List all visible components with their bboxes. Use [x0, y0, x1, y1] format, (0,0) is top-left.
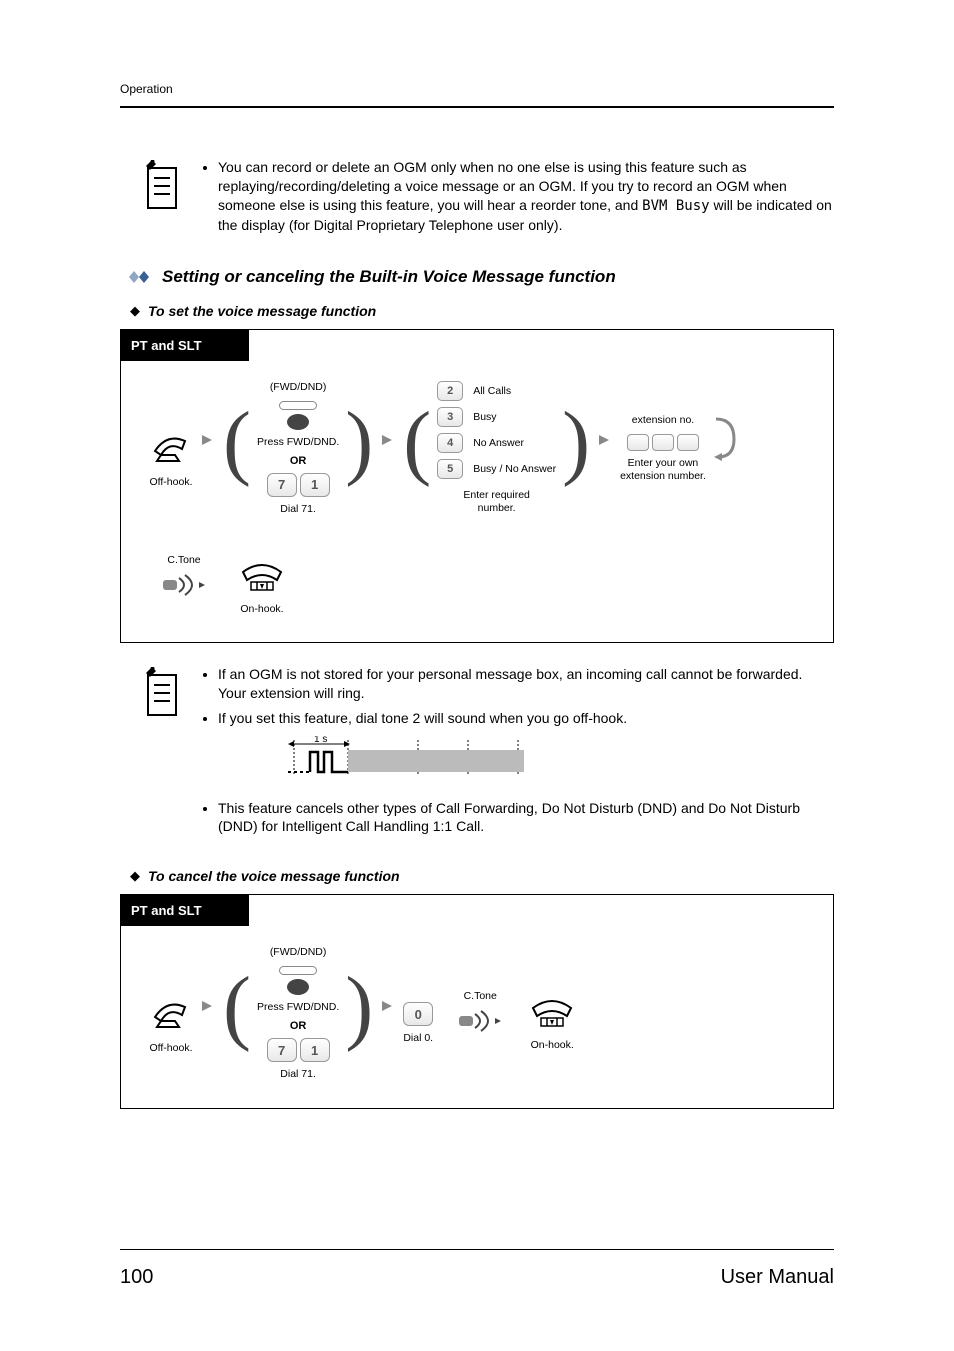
black-diamond-icon: ◆ — [130, 868, 140, 884]
flow-cancel: PT and SLT Off-hook. ( (FWD/DND) — [120, 894, 834, 1108]
paren-close-icon: ) — [345, 973, 373, 1040]
subheading-set: ◆ To set the voice message function — [130, 303, 834, 319]
step-ext-no: extension no. Enter your own extension n… — [620, 414, 706, 483]
keypad-71-icon: 7 1 — [267, 1038, 330, 1062]
step-offhook-cancel: Off-hook. — [149, 973, 193, 1055]
subheading-cancel: ◆ To cancel the voice message function — [130, 868, 834, 884]
page-number: 100 — [120, 1266, 153, 1289]
step-fwd-dnd-cancel: (FWD/DND) Press FWD/DND. — [257, 946, 339, 1014]
flow-cancel-header: PT and SLT — [121, 895, 249, 926]
arrow-icon — [596, 432, 614, 448]
note-dialtone2: If you set this feature, dial tone 2 wil… — [218, 709, 834, 728]
running-header: Operation — [120, 82, 834, 96]
notepad-icon — [138, 667, 186, 726]
continue-arrow-icon — [712, 413, 738, 468]
flow-set: PT and SLT Off-hook. ( ( — [120, 329, 834, 643]
step-onhook-cancel: On-hook. — [527, 976, 577, 1052]
arrow-icon — [199, 998, 217, 1014]
flow-set-header: PT and SLT — [121, 330, 249, 361]
or-label: OR — [290, 455, 307, 467]
header-rule — [120, 106, 834, 108]
black-diamond-icon: ◆ — [130, 303, 140, 319]
keypad-grid-icon — [627, 434, 699, 451]
section-title: Setting or canceling the Built-in Voice … — [162, 267, 616, 287]
set-title: To set the voice message function — [148, 303, 376, 319]
call-type-options: 2 All Calls 3 Busy 4 No Answer 5 Busy / … — [437, 381, 556, 515]
step-dial71: 7 1 Dial 71. — [267, 473, 330, 516]
paren-open-icon: ( — [223, 408, 251, 475]
onhook-icon — [527, 996, 577, 1033]
step-dial71-cancel: 7 1 Dial 71. — [267, 1038, 330, 1081]
keypad-71-icon: 7 1 — [267, 473, 330, 497]
offhook-icon — [149, 993, 193, 1036]
key-2-icon: 2 — [437, 381, 463, 401]
manual-label: User Manual — [721, 1266, 834, 1289]
step-offhook: Off-hook. — [149, 407, 193, 489]
paren-open-icon: ( — [403, 408, 431, 475]
note-block-ogm: You can record or delete an OGM only whe… — [120, 158, 834, 241]
page-footer: 100 User Manual — [120, 1249, 834, 1289]
note-ogm-text: You can record or delete an OGM only whe… — [218, 158, 834, 235]
onhook-icon — [237, 560, 287, 597]
offhook-label: Off-hook. — [150, 476, 193, 489]
notepad-icon — [138, 160, 186, 219]
cancel-title: To cancel the voice message function — [148, 868, 400, 884]
note-cancels-fwd: This feature cancels other types of Call… — [218, 799, 834, 837]
dialtone-waveform: 1 s — [284, 736, 834, 785]
key-5-icon: 5 — [437, 459, 463, 479]
step-onhook: On-hook. — [237, 540, 287, 616]
ctone-icon — [457, 1010, 503, 1037]
fwd-dnd-button-icon — [279, 401, 317, 430]
key-4-icon: 4 — [437, 433, 463, 453]
diamond-pair-icon — [128, 270, 152, 284]
note-ogm-not-stored: If an OGM is not stored for your persona… — [218, 665, 834, 703]
paren-close-icon: ) — [345, 408, 373, 475]
step-ctone-cancel: C.Tone — [457, 990, 503, 1037]
paren-close-icon: ) — [562, 408, 590, 475]
key-0-icon: 0 — [403, 1002, 433, 1026]
paren-open-icon: ( — [223, 973, 251, 1040]
arrow-icon — [199, 432, 217, 448]
wave-time-label: 1 s — [314, 736, 327, 745]
key-3-icon: 3 — [437, 407, 463, 427]
arrow-icon — [379, 998, 397, 1014]
step-ctone: C.Tone — [161, 554, 207, 601]
offhook-icon — [149, 427, 193, 470]
or-label: OR — [290, 1020, 307, 1032]
note-block-features: If an OGM is not stored for your persona… — [120, 665, 834, 842]
step-fwd-dnd: (FWD/DND) Press FWD/DND. — [257, 381, 339, 449]
fwd-dnd-button-icon — [279, 966, 317, 995]
section-heading: Setting or canceling the Built-in Voice … — [128, 267, 834, 287]
step-dial0: 0 Dial 0. — [403, 982, 433, 1045]
arrow-icon — [379, 432, 397, 448]
ctone-icon — [161, 574, 207, 601]
